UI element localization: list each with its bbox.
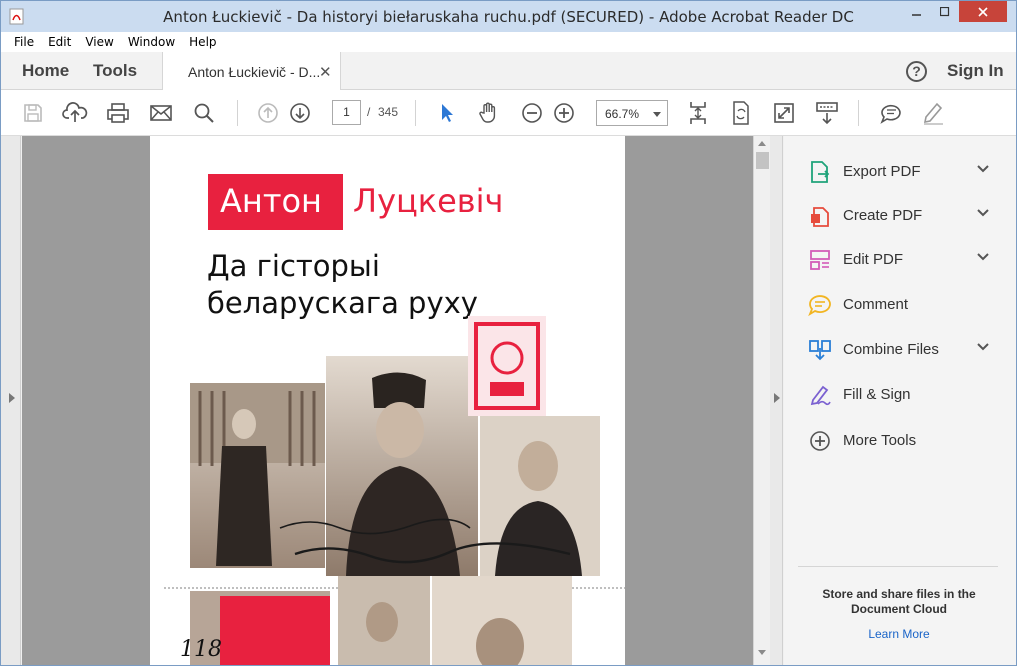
sidebar-divider xyxy=(798,566,998,567)
page-number-input[interactable]: 1 xyxy=(332,100,361,125)
window-title: Anton Łuckievič - Da historyi biełaruska… xyxy=(163,8,854,26)
maximize-button[interactable] xyxy=(931,1,959,22)
sidebar-item-label: Export PDF xyxy=(843,163,921,180)
sidebar-item-label: Fill & Sign xyxy=(843,386,911,403)
more-tools-icon xyxy=(810,431,830,451)
page-total: 345 xyxy=(378,105,399,119)
sidebar-item-label: Create PDF xyxy=(843,207,923,224)
menu-edit[interactable]: Edit xyxy=(41,35,78,49)
close-icon xyxy=(978,6,988,17)
minimize-icon xyxy=(912,13,921,16)
edit-pdf-icon xyxy=(810,250,830,270)
svg-text:118: 118 xyxy=(180,637,222,662)
close-tab-icon[interactable]: ✕ xyxy=(319,63,332,81)
chevron-down-icon[interactable] xyxy=(976,342,990,352)
sidebar-item-edit-pdf[interactable]: Edit PDF xyxy=(784,242,1016,276)
sidebar-item-fill-sign[interactable]: Fill & Sign xyxy=(784,377,1016,411)
tools-sidebar: Export PDF Create PDF Edit PDF Comment C… xyxy=(784,136,1016,665)
zoom-value: 66.7% xyxy=(605,107,640,121)
sidebar-item-create-pdf[interactable]: Create PDF xyxy=(784,198,1016,232)
toolbar-separator xyxy=(237,100,238,126)
cover-title-line-1: Да гісторыі xyxy=(207,249,380,283)
email-icon[interactable] xyxy=(148,100,174,126)
sidebar-item-comment[interactable]: Comment xyxy=(784,287,1016,321)
page-down-icon[interactable] xyxy=(287,100,313,126)
sign-icon[interactable] xyxy=(920,100,946,126)
tab-document[interactable]: Anton Łuckievič - D... ✕ xyxy=(162,52,341,91)
chevron-right-icon xyxy=(774,393,780,403)
tab-tools[interactable]: Tools xyxy=(93,61,137,81)
save-icon[interactable] xyxy=(20,100,46,126)
menu-window[interactable]: Window xyxy=(121,35,182,49)
sign-in-button[interactable]: Sign In xyxy=(947,61,1004,81)
menu-file[interactable]: File xyxy=(7,35,41,49)
help-icon[interactable]: ? xyxy=(906,61,927,82)
fill-sign-icon xyxy=(810,385,831,406)
toolbar-separator xyxy=(415,100,416,126)
zoom-out-icon[interactable] xyxy=(519,100,545,126)
chevron-down-icon xyxy=(653,112,661,117)
sidebar-item-label: Comment xyxy=(843,296,909,313)
document-cloud-promo: Store and share files in the Document Cl… xyxy=(822,587,976,616)
zoom-dropdown[interactable]: 66.7% xyxy=(596,100,668,126)
document-tab-label: Anton Łuckievič - D... xyxy=(188,64,321,80)
toolbar-separator xyxy=(858,100,859,126)
sidebar-item-label: More Tools xyxy=(843,432,917,449)
comment-icon xyxy=(808,295,831,317)
chevron-down-icon[interactable] xyxy=(976,252,990,262)
zoom-in-icon[interactable] xyxy=(551,100,577,126)
vertical-scrollbar[interactable] xyxy=(753,136,770,665)
minimize-button[interactable] xyxy=(903,1,931,22)
left-panel-toggle[interactable] xyxy=(1,136,21,665)
page-separator: / xyxy=(367,105,371,119)
combine-files-icon xyxy=(809,340,831,361)
create-pdf-icon xyxy=(811,207,829,227)
sidebar-item-more-tools[interactable]: More Tools xyxy=(784,423,1016,457)
comment-icon[interactable] xyxy=(878,100,904,126)
menu-view[interactable]: View xyxy=(78,35,120,49)
fullscreen-icon[interactable] xyxy=(771,100,797,126)
tabs-bar: Home Tools Anton Łuckievič - D... ✕ ? Si… xyxy=(1,52,1016,91)
chevron-right-icon xyxy=(9,393,15,403)
export-pdf-icon xyxy=(811,161,830,183)
print-icon[interactable] xyxy=(105,100,131,126)
scroll-up-arrow-icon[interactable] xyxy=(758,141,766,146)
cover-photo-collage: 118 xyxy=(164,316,625,665)
scrollbar-thumb[interactable] xyxy=(756,152,769,169)
sidebar-item-label: Edit PDF xyxy=(843,251,904,268)
page-up-icon[interactable] xyxy=(255,100,281,126)
sidebar-item-label: Combine Files xyxy=(843,341,939,358)
fit-page-icon[interactable] xyxy=(685,100,711,126)
close-button[interactable] xyxy=(959,1,1007,22)
sidebar-item-combine-files[interactable]: Combine Files xyxy=(784,332,1016,366)
acrobat-window: Anton Łuckievič - Da historyi biełaruska… xyxy=(0,0,1017,666)
chevron-down-icon[interactable] xyxy=(976,164,990,174)
title-bar: Anton Łuckievič - Da historyi biełaruska… xyxy=(1,1,1016,32)
document-viewer[interactable]: Антон Луцкевіч Да гісторыі беларускага р… xyxy=(22,136,753,665)
select-cursor-icon[interactable] xyxy=(434,100,460,126)
toolbar: 1 / 345 66.7% xyxy=(1,90,1016,136)
hand-icon[interactable] xyxy=(476,100,502,126)
read-mode-icon[interactable] xyxy=(814,100,840,126)
pdf-page: Антон Луцкевіч Да гісторыі беларускага р… xyxy=(150,136,625,665)
menu-bar: File Edit View Window Help xyxy=(1,32,1016,52)
cover-author-first-name: Антон xyxy=(220,182,322,220)
right-panel-toggle[interactable] xyxy=(770,136,783,665)
tab-home[interactable]: Home xyxy=(22,61,69,81)
sidebar-item-export-pdf[interactable]: Export PDF xyxy=(784,154,1016,188)
chevron-down-icon[interactable] xyxy=(976,208,990,218)
upload-cloud-icon[interactable] xyxy=(62,100,88,126)
rotate-icon[interactable] xyxy=(728,100,754,126)
cover-author-last-name: Луцкевіч xyxy=(353,182,504,220)
search-icon[interactable] xyxy=(191,100,217,126)
menu-help[interactable]: Help xyxy=(182,35,223,49)
scroll-down-arrow-icon[interactable] xyxy=(758,650,766,655)
learn-more-link[interactable]: Learn More xyxy=(798,627,1000,641)
maximize-icon xyxy=(940,6,950,16)
